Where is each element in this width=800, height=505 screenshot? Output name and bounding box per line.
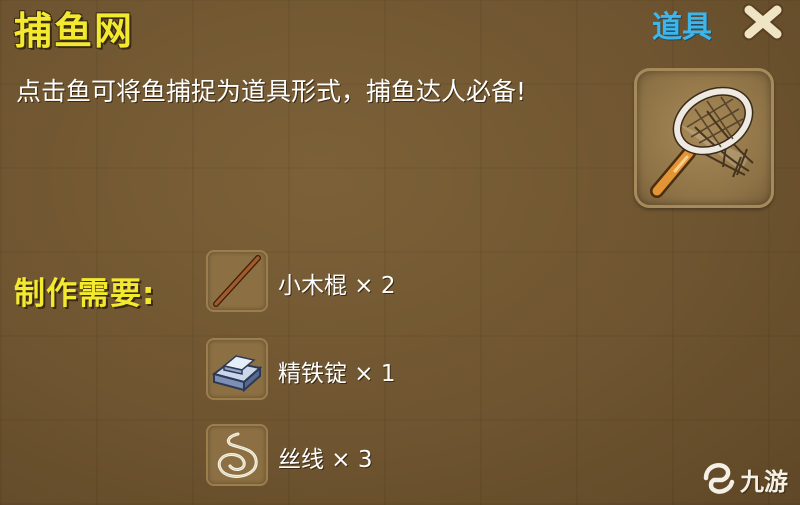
material-row: 小木棍 × 2 <box>206 250 506 316</box>
crafting-requirements-label: 制作需要: <box>14 276 156 312</box>
material-row: 精铁锭 × 1 <box>206 338 506 404</box>
material-label: 精铁锭 × 1 <box>278 361 396 387</box>
item-description: 点击鱼可将鱼捕捉为道具形式，捕鱼达人必备! <box>16 77 527 106</box>
watermark: 九游 <box>700 458 796 498</box>
jiuyou-logo-icon <box>703 463 735 494</box>
material-icon-frame <box>206 250 268 312</box>
close-icon <box>742 3 784 41</box>
thread-icon <box>217 432 258 478</box>
item-icon-frame <box>634 68 774 208</box>
material-row: 丝线 × 3 <box>206 424 506 490</box>
material-icon-frame <box>206 338 268 400</box>
material-label: 小木棍 × 2 <box>278 273 396 299</box>
material-label: 丝线 × 3 <box>278 447 373 473</box>
iron-ingot-icon <box>211 355 263 393</box>
material-icon-frame <box>206 424 268 486</box>
item-category-label: 道具 <box>652 10 712 45</box>
watermark-text: 九游 <box>740 468 788 496</box>
wooden-stick-icon <box>213 255 261 307</box>
item-title: 捕鱼网 <box>14 9 135 53</box>
fishing-net-icon <box>650 86 754 198</box>
close-button[interactable] <box>740 2 786 42</box>
item-detail-panel: 捕鱼网 道具 点击鱼可将鱼捕捉为道具形式，捕鱼达人必备! 制作需要: 小木棍 ×… <box>0 0 800 505</box>
